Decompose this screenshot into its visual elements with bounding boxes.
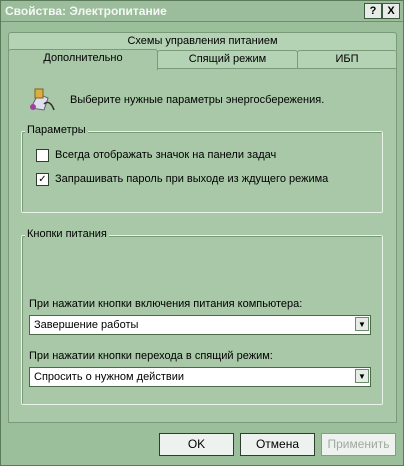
show-tray-icon-label: Всегда отображать значок на панели задач: [55, 149, 277, 161]
sleep-button-label: При нажатии кнопки перехода в спящий реж…: [29, 350, 273, 362]
tab-advanced[interactable]: Дополнительно: [8, 49, 158, 70]
ask-password-label: Запрашивать пароль при выходе из ждущего…: [55, 173, 329, 185]
power-button-action-value: Завершение работы: [34, 319, 139, 331]
chevron-down-icon[interactable]: ▼: [355, 317, 369, 331]
tab-label: ИБП: [335, 53, 359, 65]
tab-label: Схемы управления питанием: [127, 35, 278, 47]
tab-label: Спящий режим: [188, 53, 267, 65]
params-group: Параметры Всегда отображать значок на па…: [21, 124, 383, 213]
cancel-button[interactable]: Отмена: [240, 433, 315, 456]
chevron-down-icon[interactable]: ▼: [355, 369, 369, 383]
power-buttons-group: Кнопки питания При нажатии кнопки включе…: [21, 228, 383, 405]
params-group-legend: Параметры: [25, 124, 88, 136]
tab-label: Дополнительно: [43, 52, 123, 64]
intro-text: Выберите нужные параметры энергосбережен…: [70, 94, 325, 106]
sleep-button-action-select[interactable]: Спросить о нужном действии ▼: [29, 367, 371, 387]
power-button-label: При нажатии кнопки включения питания ком…: [29, 298, 303, 310]
show-tray-icon-checkbox[interactable]: [36, 149, 49, 162]
power-buttons-legend: Кнопки питания: [25, 228, 109, 240]
ok-button[interactable]: OK: [159, 433, 234, 456]
tab-hibernate[interactable]: Спящий режим: [157, 50, 298, 69]
ask-password-checkbox[interactable]: ✓: [36, 173, 49, 186]
apply-button[interactable]: Применить: [321, 433, 396, 456]
title-bar[interactable]: Свойства: Электропитание ? X: [1, 1, 403, 22]
help-button[interactable]: ?: [364, 3, 382, 19]
power-options-icon: [30, 88, 55, 111]
properties-window: Свойства: Электропитание ? X Схемы управ…: [0, 0, 404, 466]
tab-ups[interactable]: ИБП: [297, 50, 397, 69]
tab-panel-advanced: Выберите нужные параметры энергосбережен…: [8, 68, 397, 423]
close-button[interactable]: X: [382, 3, 400, 19]
sleep-button-action-value: Спросить о нужном действии: [34, 371, 184, 383]
power-button-action-select[interactable]: Завершение работы ▼: [29, 315, 371, 335]
window-title: Свойства: Электропитание: [5, 4, 167, 18]
